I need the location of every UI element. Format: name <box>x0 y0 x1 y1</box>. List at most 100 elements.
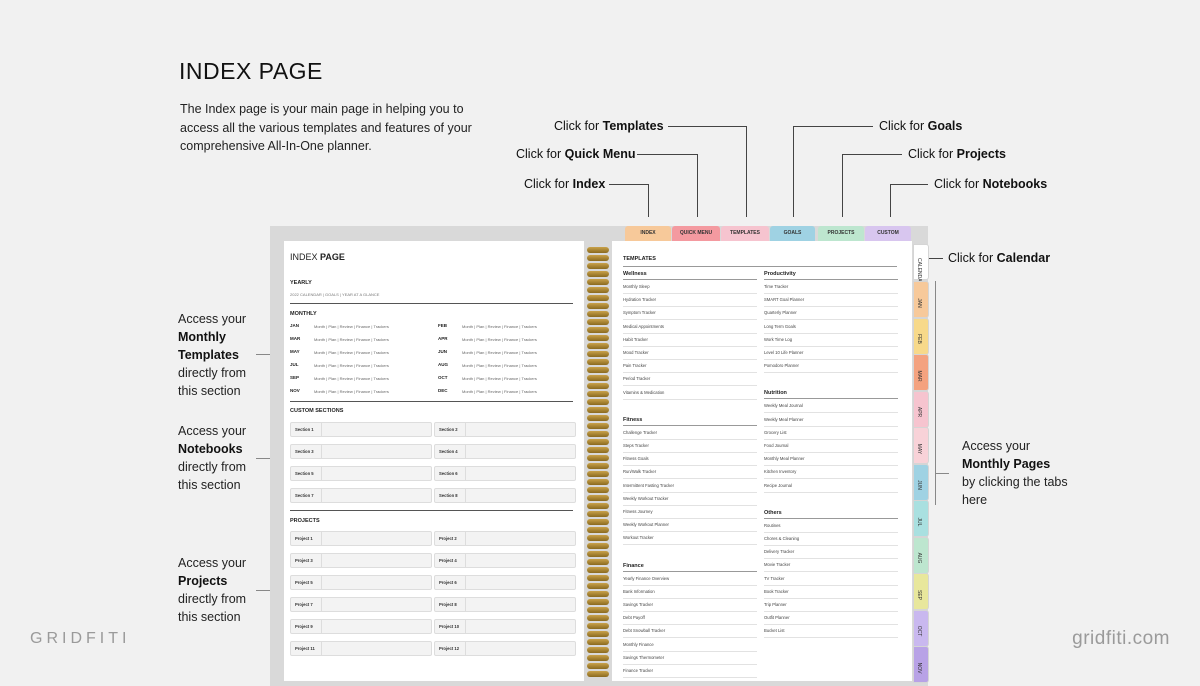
template-link[interactable]: Recipe Journal <box>764 483 792 488</box>
template-link[interactable]: Monthly Meal Planner <box>764 456 805 461</box>
template-link[interactable]: Monthly Sleep <box>623 284 650 289</box>
side-tab-nov[interactable]: NOV <box>913 646 929 683</box>
template-link[interactable]: Hydration Tracker <box>623 297 656 302</box>
template-link[interactable]: Weekly Meal Journal <box>764 403 803 408</box>
month-links[interactable]: Month | Plan | Review | Finance | Tracke… <box>314 363 389 368</box>
template-link[interactable]: Trip Planner <box>764 602 787 607</box>
template-link[interactable]: Run/Walk Tracker <box>623 469 656 474</box>
template-link[interactable]: Period Tracker <box>623 376 650 381</box>
project-box[interactable]: Project 2 <box>434 531 576 546</box>
side-tab-apr[interactable]: APR <box>913 390 929 428</box>
project-box[interactable]: Project 10 <box>434 619 576 634</box>
month-links[interactable]: Month | Plan | Review | Finance | Tracke… <box>314 376 389 381</box>
side-tab-aug[interactable]: AUG <box>913 536 929 574</box>
month-label[interactable]: OCT <box>438 375 448 380</box>
month-label[interactable]: SEP <box>290 375 299 380</box>
template-link[interactable]: SMART Goal Planner <box>764 297 804 302</box>
month-label[interactable]: FEB <box>438 323 447 328</box>
project-box[interactable]: Project 9 <box>290 619 432 634</box>
month-label[interactable]: JAN <box>290 323 299 328</box>
month-label[interactable]: NOV <box>290 388 300 393</box>
template-link[interactable]: Workout Tracker <box>623 535 654 540</box>
template-link[interactable]: Mood Tracker <box>623 350 649 355</box>
section-box[interactable]: Section 1 <box>290 422 432 437</box>
template-link[interactable]: Level 10 Life Planner <box>764 350 803 355</box>
tab-custom[interactable]: CUSTOM <box>865 226 911 241</box>
side-tab-feb[interactable]: FEB <box>913 317 929 355</box>
template-link[interactable]: Movie Tracker <box>764 562 790 567</box>
project-box[interactable]: Project 8 <box>434 597 576 612</box>
template-link[interactable]: Savings Tracker <box>623 602 653 607</box>
month-label[interactable]: JUL <box>290 362 299 367</box>
side-tab-oct[interactable]: OCT <box>913 609 929 647</box>
month-links[interactable]: Month | Plan | Review | Finance | Tracke… <box>462 363 537 368</box>
template-link[interactable]: Debt Snowball Tracker <box>623 628 665 633</box>
template-link[interactable]: Grocery List <box>764 430 787 435</box>
template-link[interactable]: Kitchen Inventory <box>764 469 796 474</box>
side-tab-jun[interactable]: JUN <box>913 463 929 501</box>
month-links[interactable]: Month | Plan | Review | Finance | Tracke… <box>314 350 389 355</box>
template-link[interactable]: Challenge Tracker <box>623 430 657 435</box>
template-link[interactable]: Weekly Workout Planner <box>623 522 669 527</box>
template-link[interactable]: TV Tracker <box>764 576 784 581</box>
template-link[interactable]: Chores & Cleaning <box>764 536 799 541</box>
section-box[interactable]: Section 3 <box>290 444 432 459</box>
project-box[interactable]: Project 4 <box>434 553 576 568</box>
template-link[interactable]: Bank Information <box>623 589 655 594</box>
template-link[interactable]: Finance Tracker <box>623 668 653 673</box>
side-tab-jul[interactable]: JUL <box>913 500 929 537</box>
template-link[interactable]: Bucket List <box>764 628 784 633</box>
month-label[interactable]: AUG <box>438 362 448 367</box>
section-box[interactable]: Section 4 <box>434 444 576 459</box>
section-box[interactable]: Section 2 <box>434 422 576 437</box>
month-label[interactable]: DEC <box>438 388 448 393</box>
section-box[interactable]: Section 8 <box>434 488 576 503</box>
template-link[interactable]: Fitness Journey <box>623 509 653 514</box>
template-link[interactable]: Long Term Goals <box>764 324 796 329</box>
project-box[interactable]: Project 3 <box>290 553 432 568</box>
yearly-links[interactable]: 2022 CALENDAR | GOALS | YEAR AT A GLANCE <box>290 292 379 297</box>
side-tab-may[interactable]: MAY <box>913 427 929 464</box>
month-links[interactable]: Month | Plan | Review | Finance | Tracke… <box>462 350 537 355</box>
month-links[interactable]: Month | Plan | Review | Finance | Tracke… <box>314 337 389 342</box>
template-link[interactable]: Medical Appointments <box>623 324 664 329</box>
template-link[interactable]: Delivery Tracker <box>764 549 794 554</box>
project-box[interactable]: Project 5 <box>290 575 432 590</box>
month-links[interactable]: Month | Plan | Review | Finance | Tracke… <box>462 376 537 381</box>
project-box[interactable]: Project 1 <box>290 531 432 546</box>
template-link[interactable]: Quarterly Planner <box>764 310 797 315</box>
month-label[interactable]: APR <box>438 336 448 341</box>
month-links[interactable]: Month | Plan | Review | Finance | Tracke… <box>462 389 537 394</box>
template-link[interactable]: Debt Payoff <box>623 615 645 620</box>
tab-goals[interactable]: GOALS <box>770 226 815 241</box>
project-box[interactable]: Project 11 <box>290 641 432 656</box>
template-link[interactable]: Weekly Workout Tracker <box>623 496 668 501</box>
template-link[interactable]: Yearly Finance Overview <box>623 576 669 581</box>
month-label[interactable]: MAY <box>290 349 300 354</box>
template-link[interactable]: Food Journal <box>764 443 788 448</box>
side-tab-sep[interactable]: SEP <box>913 573 929 610</box>
template-link[interactable]: Symptom Tracker <box>623 310 656 315</box>
side-tab-mar[interactable]: MAR <box>913 354 929 391</box>
template-link[interactable]: Weekly Meal Planner <box>764 417 804 422</box>
template-link[interactable]: Intermittent Fasting Tracker <box>623 483 674 488</box>
section-box[interactable]: Section 7 <box>290 488 432 503</box>
month-links[interactable]: Month | Plan | Review | Finance | Tracke… <box>462 324 537 329</box>
template-link[interactable]: Time Tracker <box>764 284 788 289</box>
template-link[interactable]: Pomodoro Planner <box>764 363 799 368</box>
template-link[interactable]: Work Time Log <box>764 337 792 342</box>
template-link[interactable]: Outfit Planner <box>764 615 790 620</box>
project-box[interactable]: Project 7 <box>290 597 432 612</box>
tab-templates[interactable]: TEMPLATES <box>721 226 769 241</box>
month-label[interactable]: JUN <box>438 349 447 354</box>
side-tab-calendar[interactable]: CALENDAR <box>913 244 929 285</box>
tab-quick-menu[interactable]: QUICK MENU <box>672 226 720 241</box>
template-link[interactable]: Pain Tracker <box>623 363 647 368</box>
template-link[interactable]: Habit Tracker <box>623 337 648 342</box>
template-link[interactable]: Fitness Goals <box>623 456 649 461</box>
template-link[interactable]: Savings Thermometer <box>623 655 664 660</box>
tab-projects[interactable]: PROJECTS <box>818 226 864 241</box>
template-link[interactable]: Book Tracker <box>764 589 789 594</box>
project-box[interactable]: Project 6 <box>434 575 576 590</box>
project-box[interactable]: Project 12 <box>434 641 576 656</box>
